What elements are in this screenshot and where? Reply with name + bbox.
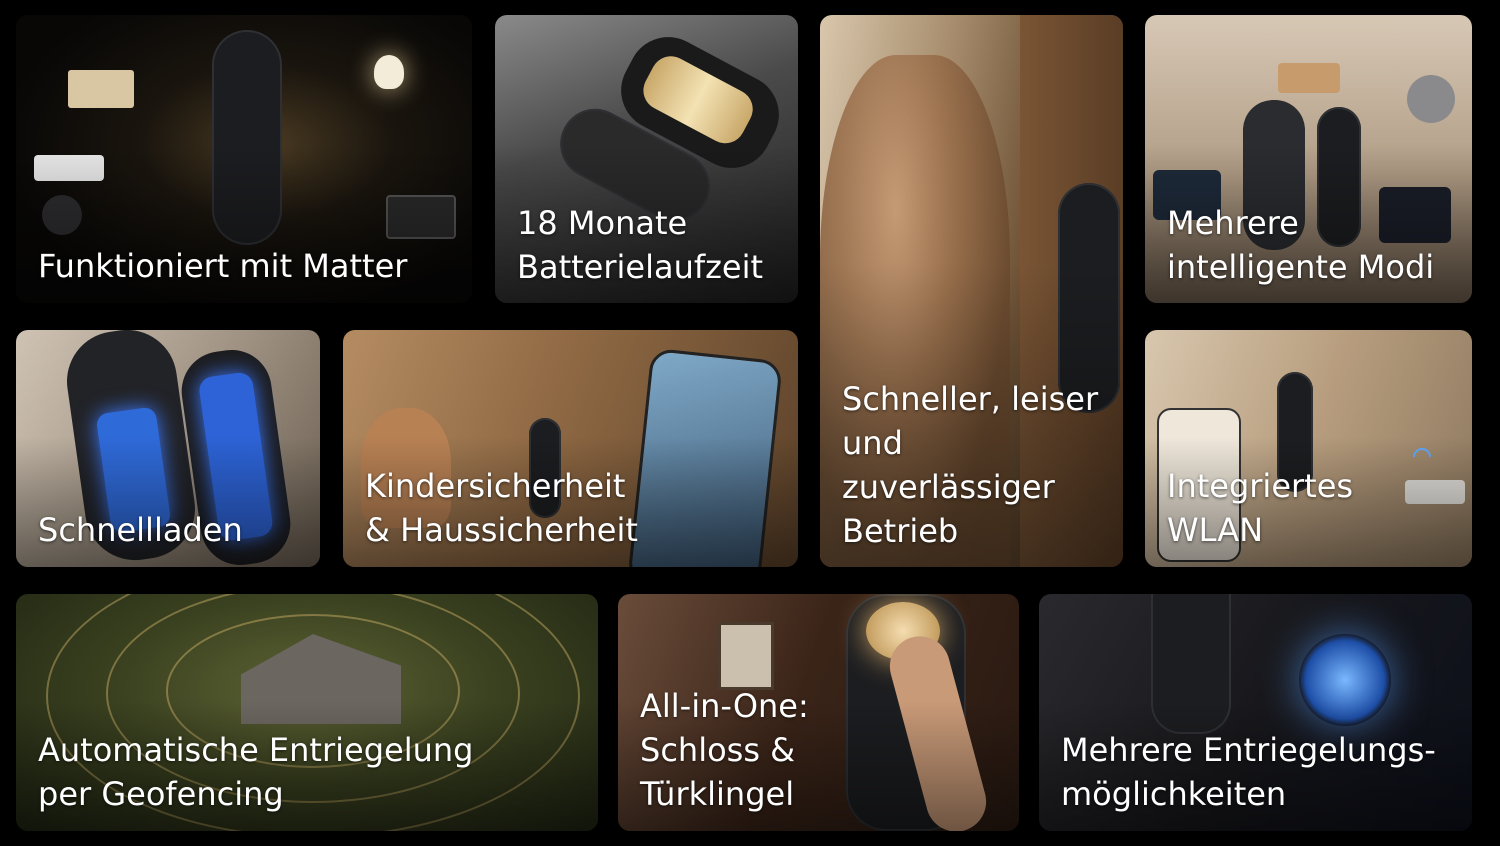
tile-caption: Kindersicherheit & Haussicherheit	[365, 464, 784, 552]
tile-caption: All-in-One: Schloss & Türklingel	[640, 684, 1005, 816]
caption-line: Schloss &	[640, 731, 796, 769]
caption-line: intelligente Modi	[1167, 248, 1435, 286]
caption-line: 18 Monate	[517, 204, 688, 242]
tile-caption: Schnellladen	[38, 508, 306, 552]
tile-matter: Funktioniert mit Matter	[16, 15, 472, 303]
caption-line: Batterielaufzeit	[517, 248, 764, 286]
caption-line: zuverlässiger	[842, 468, 1055, 506]
tile-caption: Automatische Entriegelung per Geofencing	[38, 728, 584, 816]
caption-line: Mehrere	[1167, 204, 1299, 242]
caption-line: Integriertes	[1167, 467, 1354, 505]
tile-smart-modes: Mehrere intelligente Modi	[1145, 15, 1472, 303]
tile-fast-charging: Schnellladen	[16, 330, 320, 567]
tile-wifi: Integriertes WLAN	[1145, 330, 1472, 567]
tile-child-safety: Kindersicherheit & Haussicherheit	[343, 330, 798, 567]
caption-line: WLAN	[1167, 511, 1264, 549]
tile-doorbell: All-in-One: Schloss & Türklingel	[618, 594, 1019, 831]
caption-line: Schnellladen	[38, 511, 243, 549]
caption-line: möglichkeiten	[1061, 775, 1287, 813]
tile-caption: 18 Monate Batterielaufzeit	[517, 201, 784, 289]
tile-battery: 18 Monate Batterielaufzeit	[495, 15, 798, 303]
caption-line: Kindersicherheit	[365, 467, 626, 505]
caption-line: und	[842, 424, 903, 462]
tile-caption: Integriertes WLAN	[1167, 464, 1458, 552]
tile-geofencing: Automatische Entriegelung per Geofencing	[16, 594, 598, 831]
tile-quiet-operation: Schneller, leiser und zuverlässiger Betr…	[820, 15, 1123, 567]
caption-line: Betrieb	[842, 512, 959, 550]
tile-unlock-methods: Mehrere Entriegelungs- möglichkeiten	[1039, 594, 1472, 831]
caption-line: Türklingel	[640, 775, 795, 813]
feature-grid: Funktioniert mit Matter 18 Monate Batter…	[0, 0, 1500, 846]
caption-line: per Geofencing	[38, 775, 284, 813]
caption-line: All-in-One:	[640, 687, 809, 725]
caption-line: & Haussicherheit	[365, 511, 638, 549]
caption-line: Automatische Entriegelung	[38, 731, 474, 769]
caption-line: Mehrere Entriegelungs-	[1061, 731, 1436, 769]
tile-caption: Mehrere Entriegelungs- möglichkeiten	[1061, 728, 1458, 816]
tile-caption: Schneller, leiser und zuverlässiger Betr…	[842, 377, 1109, 553]
tile-caption: Mehrere intelligente Modi	[1167, 201, 1458, 289]
tile-caption: Funktioniert mit Matter	[38, 244, 458, 288]
caption-line: Schneller, leiser	[842, 380, 1099, 418]
caption-line: Funktioniert mit Matter	[38, 247, 408, 285]
